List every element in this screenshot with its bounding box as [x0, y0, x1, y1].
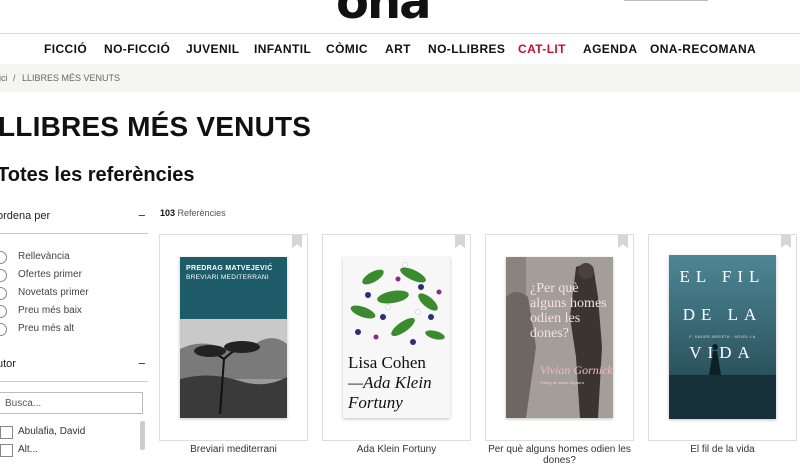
nav-item-infantil[interactable]: INFANTIL: [254, 42, 311, 56]
cover-title-line-1: EL FIL: [679, 267, 766, 286]
book-cover[interactable]: EL FIL DE LA F. XAVIER ARRIETA · NOVEL·L…: [669, 255, 776, 419]
nav-item-cat-lit[interactable]: CAT-LIT: [518, 42, 566, 56]
book-card[interactable]: EL FIL DE LA F. XAVIER ARRIETA · NOVEL·L…: [648, 234, 797, 455]
book-title[interactable]: Per què alguns homes odien les dones?: [486, 444, 633, 466]
site-logo[interactable]: ona: [336, 0, 432, 26]
radio-icon[interactable]: [0, 251, 7, 264]
author-option-label: Abulafia, David: [18, 426, 86, 437]
breadcrumb-current: LLIBRES MÉS VENUTS: [22, 73, 121, 83]
radio-icon[interactable]: [0, 287, 7, 300]
collapse-icon[interactable]: −: [138, 356, 146, 371]
header-divider: [624, 0, 708, 1]
book-card[interactable]: Lisa Cohen —Ada Klein Fortuny Ada Klein …: [322, 234, 471, 455]
collapse-icon[interactable]: −: [138, 208, 146, 223]
radio-icon[interactable]: [0, 305, 7, 318]
sort-option-label: Preu més alt: [18, 323, 75, 334]
breadcrumb: ici / LLIBRES MÉS VENUTS: [0, 64, 800, 92]
nav-item-comic[interactable]: CÒMIC: [326, 42, 368, 56]
main-nav: FICCIÓ NO-FICCIÓ JUVENIL INFANTIL CÒMIC …: [0, 33, 800, 66]
nav-item-agenda[interactable]: AGENDA: [583, 42, 637, 56]
nav-item-ona-recomana[interactable]: ONA-RECOMANA: [650, 42, 756, 56]
cover-author: F. XAVIER ARRIETA · NOVEL·LA: [689, 335, 756, 339]
nav-item-no-ficcio[interactable]: NO-FICCIÓ: [104, 42, 170, 56]
author-search-input[interactable]: [0, 392, 143, 414]
sort-option-label: Ofertes primer: [18, 269, 82, 280]
sort-option-label: Preu més baix: [18, 305, 82, 316]
cover-title-line-2: DE LA: [682, 305, 763, 324]
sort-facet-label: ordena per: [0, 210, 51, 222]
checkbox-icon[interactable]: [0, 444, 13, 457]
facet-divider: [0, 233, 148, 234]
book-cover[interactable]: Lisa Cohen —Ada Klein Fortuny: [343, 257, 450, 418]
cover-title: ¿Per què alguns homes odien les dones?: [530, 281, 607, 341]
nav-item-ficcio[interactable]: FICCIÓ: [44, 42, 87, 56]
book-cover[interactable]: ¿Per què alguns homes odien les dones? V…: [506, 257, 613, 418]
radio-icon[interactable]: [0, 323, 7, 336]
bookmark-icon[interactable]: [292, 235, 302, 248]
cover-author: Lisa Cohen: [348, 353, 426, 372]
page-subtitle: Totes les referències: [0, 164, 195, 186]
cover-title-line-3: VIDA: [689, 343, 756, 362]
cover-botanical-illustration: [350, 262, 445, 345]
breadcrumb-home[interactable]: ici: [0, 73, 8, 83]
facet-divider: [0, 381, 148, 382]
author-facet-label: utor: [0, 358, 16, 370]
radio-icon[interactable]: [0, 269, 7, 282]
cover-title: BREVIARI MEDITERRANI: [186, 274, 269, 281]
bookmark-icon[interactable]: [455, 235, 465, 248]
bookmark-icon[interactable]: [781, 235, 791, 248]
cover-title: —Ada Klein Fortuny: [348, 373, 432, 412]
nav-item-art[interactable]: ART: [385, 42, 411, 56]
cover-note: Pròleg de Marta Segarra: [540, 380, 584, 385]
cover-landscape-image: [180, 319, 287, 418]
bookmark-icon[interactable]: [618, 235, 628, 248]
nav-item-juvenil[interactable]: JUVENIL: [186, 42, 239, 56]
breadcrumb-separator: /: [13, 73, 16, 83]
author-list-scrollbar[interactable]: [140, 421, 145, 450]
results-count: 103 Referències: [160, 208, 226, 218]
results-count-label: Referències: [177, 208, 226, 218]
cover-author: PREDRAG MATVEJEVIĆ: [186, 265, 273, 272]
sort-option-label: Rellevància: [18, 251, 70, 262]
book-cover[interactable]: PREDRAG MATVEJEVIĆ BREVIARI MEDITERRANI: [180, 257, 287, 418]
book-card[interactable]: PREDRAG MATVEJEVIĆ BREVIARI MEDITERRANI …: [159, 234, 308, 455]
sort-option-label: Novetats primer: [18, 287, 89, 298]
nav-item-no-llibres[interactable]: NO-LLIBRES: [428, 42, 505, 56]
checkbox-icon[interactable]: [0, 426, 13, 439]
cover-author: Vivian Gornick: [540, 363, 613, 377]
book-card[interactable]: ¿Per què alguns homes odien les dones? V…: [485, 234, 634, 466]
page-title: LLIBRES MÉS VENUTS: [0, 111, 312, 142]
results-count-number: 103: [160, 208, 176, 218]
